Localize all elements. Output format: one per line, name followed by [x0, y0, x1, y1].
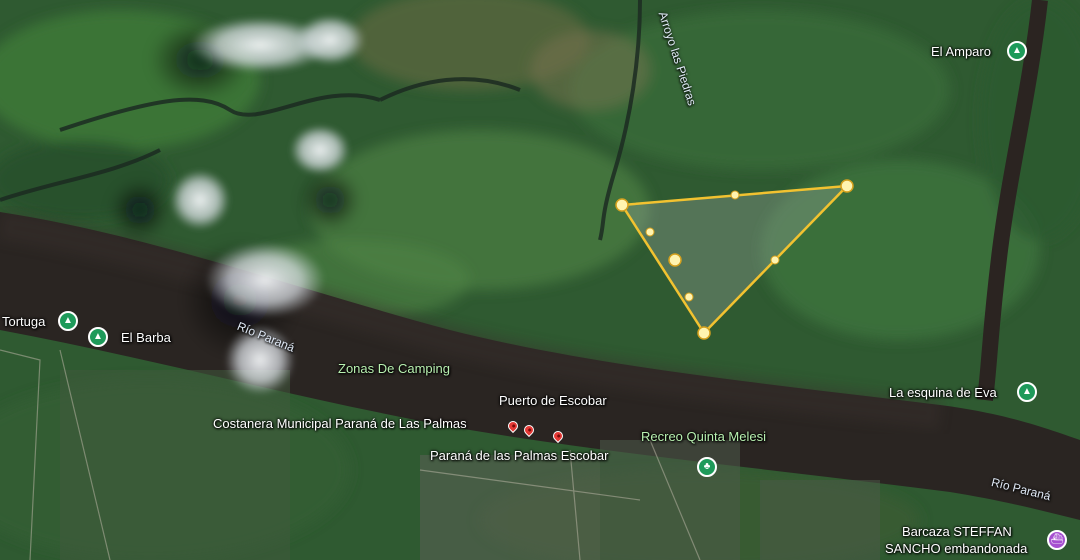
boat-icon[interactable]: ⛴ — [1047, 530, 1067, 550]
polygon-midpoint[interactable] — [730, 190, 740, 200]
polygon-midpoint[interactable] — [645, 227, 655, 237]
tree-icon[interactable]: ♣ — [697, 457, 717, 477]
label-la-esquina-de-eva[interactable]: La esquina de Eva — [889, 386, 997, 399]
polygon-midpoint[interactable] — [770, 255, 780, 265]
polygon-vertex[interactable] — [615, 198, 629, 212]
campground-icon[interactable]: ▲ — [1017, 382, 1037, 402]
label-tortuga[interactable]: Tortuga — [2, 315, 45, 328]
satellite-map[interactable]: El Amparo ▲ Arroyo las Piedras Tortuga ▲… — [0, 0, 1080, 560]
campground-icon[interactable]: ▲ — [88, 327, 108, 347]
label-costanera[interactable]: Costanera Municipal Paraná de Las Palmas — [213, 417, 467, 430]
label-puerto-de-escobar[interactable]: Puerto de Escobar — [499, 394, 607, 407]
satellite-imagery[interactable] — [0, 0, 1080, 560]
label-barcaza-line1[interactable]: Barcaza STEFFAN — [902, 525, 1012, 538]
label-el-barba[interactable]: El Barba — [121, 331, 171, 344]
polygon-vertex[interactable] — [697, 326, 711, 340]
label-zonas-de-camping[interactable]: Zonas De Camping — [338, 362, 450, 375]
label-el-amparo[interactable]: El Amparo — [931, 45, 991, 58]
campground-icon[interactable]: ▲ — [58, 311, 78, 331]
polygon-vertex[interactable] — [840, 179, 854, 193]
polygon-vertex[interactable] — [668, 253, 682, 267]
label-recreo-quinta-melesi[interactable]: Recreo Quinta Melesi — [641, 430, 766, 443]
label-parana-de-las-palmas-escobar[interactable]: Paraná de las Palmas Escobar — [430, 449, 608, 462]
polygon-midpoint[interactable] — [684, 292, 694, 302]
campground-icon[interactable]: ▲ — [1007, 41, 1027, 61]
label-barcaza-line2[interactable]: SANCHO embandonada — [885, 542, 1027, 555]
